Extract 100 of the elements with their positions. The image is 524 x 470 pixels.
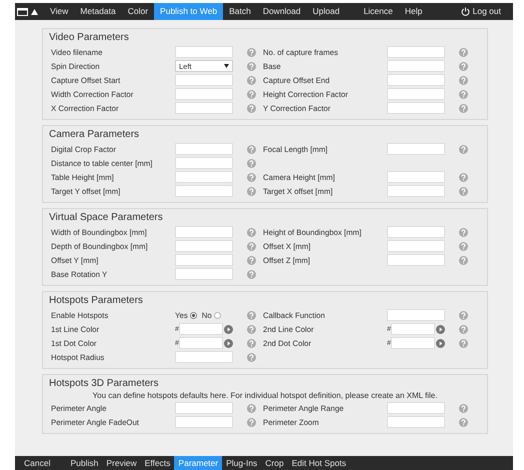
input-field[interactable]	[175, 157, 233, 169]
input-field[interactable]	[175, 240, 233, 252]
help-icon[interactable]	[247, 186, 256, 196]
play-circle-icon[interactable]	[436, 338, 445, 348]
help-icon[interactable]	[247, 62, 256, 70]
help-icon[interactable]	[459, 144, 468, 154]
menu-item[interactable]: Help	[398, 3, 428, 20]
help-icon[interactable]	[459, 404, 468, 412]
input-field[interactable]	[175, 226, 233, 238]
help-icon[interactable]	[247, 76, 256, 84]
help-icon[interactable]	[247, 48, 256, 56]
help-icon[interactable]	[459, 104, 468, 112]
input-field[interactable]	[387, 416, 445, 428]
help-icon[interactable]	[247, 104, 256, 112]
help-icon[interactable]	[459, 62, 468, 70]
input-field[interactable]	[175, 74, 233, 86]
color-input-field[interactable]	[391, 323, 435, 335]
menu-item[interactable]: Effects	[140, 456, 174, 470]
caret-down-icon	[224, 64, 229, 68]
input-field[interactable]	[387, 185, 445, 197]
input-field[interactable]	[175, 416, 233, 428]
input-field[interactable]	[175, 351, 233, 363]
section-title: Virtual Space Parameters	[49, 212, 164, 223]
help-icon[interactable]	[247, 270, 256, 278]
play-circle-icon[interactable]	[224, 324, 233, 334]
input-field[interactable]	[387, 402, 445, 414]
help-icon[interactable]	[459, 90, 468, 98]
input-field[interactable]	[175, 402, 233, 414]
menu-item[interactable]: Publish	[66, 456, 102, 470]
input-field[interactable]	[387, 171, 445, 183]
menu-item[interactable]: View	[44, 3, 74, 20]
power-icon[interactable]	[460, 7, 470, 16]
input-field[interactable]	[175, 102, 233, 114]
help-icon[interactable]	[247, 310, 256, 320]
input-field[interactable]	[175, 171, 233, 183]
input-field[interactable]	[387, 60, 445, 72]
section-title: Hotspots 3D Parameters	[49, 378, 160, 389]
menu-item[interactable]: Licence	[358, 3, 399, 20]
help-icon[interactable]	[247, 242, 256, 250]
color-input-field[interactable]	[179, 323, 223, 335]
help-icon[interactable]	[459, 228, 468, 236]
color-input-field[interactable]	[391, 337, 435, 349]
radio-button[interactable]	[190, 312, 197, 318]
section-title: Video Parameters	[49, 32, 130, 43]
input-field[interactable]	[175, 185, 233, 197]
help-icon[interactable]	[247, 324, 256, 334]
help-icon[interactable]	[247, 228, 256, 236]
logout-link[interactable]: Log out	[466, 3, 507, 20]
input-field[interactable]	[387, 309, 445, 321]
menu-item[interactable]: Metadata	[74, 3, 122, 20]
input-field[interactable]	[387, 143, 445, 155]
help-icon[interactable]	[459, 324, 468, 334]
menu-item[interactable]: Crop	[261, 456, 288, 470]
radio-button[interactable]	[214, 312, 221, 318]
menu-item[interactable]: Edit Hot Spots	[288, 456, 350, 470]
help-icon[interactable]	[247, 418, 256, 426]
input-field[interactable]	[175, 46, 233, 58]
menu-item[interactable]: Cancel	[15, 456, 54, 470]
help-icon[interactable]	[459, 186, 468, 196]
help-icon[interactable]	[247, 90, 256, 98]
input-field[interactable]	[387, 102, 445, 114]
input-field[interactable]	[387, 254, 445, 266]
input-field[interactable]	[175, 268, 233, 280]
menu-item[interactable]: Preview	[102, 456, 141, 470]
menu-item[interactable]: Download	[256, 3, 307, 20]
input-field[interactable]	[387, 88, 445, 100]
input-field[interactable]	[387, 240, 445, 252]
help-icon[interactable]	[459, 48, 468, 56]
help-icon[interactable]	[459, 310, 468, 320]
help-icon[interactable]	[247, 158, 256, 168]
help-icon[interactable]	[459, 242, 468, 250]
input-field[interactable]	[175, 88, 233, 100]
help-icon[interactable]	[459, 418, 468, 426]
play-circle-icon[interactable]	[436, 324, 445, 334]
help-icon[interactable]	[247, 352, 256, 362]
section-title: Hotspots Parameters	[49, 295, 144, 306]
menu-item[interactable]: Upload	[306, 3, 346, 20]
help-icon[interactable]	[459, 76, 468, 84]
help-icon[interactable]	[247, 404, 256, 412]
help-icon[interactable]	[459, 172, 468, 182]
help-icon[interactable]	[247, 172, 256, 182]
play-circle-icon[interactable]	[224, 338, 233, 348]
color-input-field[interactable]	[179, 337, 223, 349]
input-field[interactable]	[387, 46, 445, 58]
help-icon[interactable]	[247, 338, 256, 348]
input-field[interactable]	[387, 226, 445, 238]
help-icon[interactable]	[459, 256, 468, 264]
caret-up-icon[interactable]	[31, 8, 38, 14]
help-icon[interactable]	[247, 144, 256, 154]
window-icon[interactable]	[17, 8, 28, 16]
section-title: Camera Parameters	[49, 129, 140, 140]
help-icon[interactable]	[459, 338, 468, 348]
input-field[interactable]	[387, 74, 445, 86]
menu-item[interactable]: Batch	[223, 3, 257, 20]
input-field[interactable]	[175, 254, 233, 266]
menu-item[interactable]: Color	[122, 3, 154, 20]
help-icon[interactable]	[247, 256, 256, 264]
menu-item[interactable]: Plug-Ins	[222, 456, 262, 470]
input-field[interactable]	[175, 143, 233, 155]
section-note: You can define hotspots defaults here. For individual hotspot definition, please create an XML file.	[92, 391, 438, 400]
